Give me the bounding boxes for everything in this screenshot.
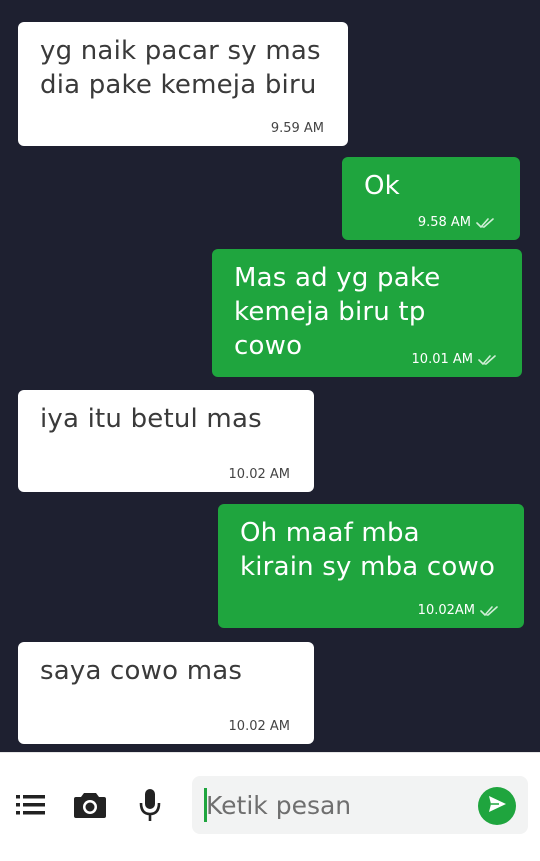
- message-time: 10.02AM: [417, 603, 475, 618]
- message-text: Mas ad yg pake kemeja biru tp cowo: [234, 263, 441, 361]
- message-text: iya itu betul mas: [40, 404, 262, 434]
- message-time: 9.59 AM: [270, 121, 324, 136]
- message-time: 10.02 AM: [228, 719, 290, 734]
- message-meta: 10.02AM: [418, 603, 500, 618]
- chat-thread: yg naik pacar sy mas dia pake kemeja bir…: [0, 0, 540, 752]
- double-check-icon: [476, 217, 496, 229]
- message-bubble-incoming[interactable]: iya itu betul mas 10.02 AM: [18, 390, 314, 492]
- message-bubble-outgoing[interactable]: Mas ad yg pake kemeja biru tp cowo 10.01…: [212, 249, 522, 377]
- message-input[interactable]: [202, 784, 476, 826]
- menu-icon[interactable]: [14, 790, 48, 820]
- message-time: 9.58 AM: [417, 215, 471, 230]
- message-meta: 10.02 AM: [229, 719, 290, 734]
- send-button[interactable]: [478, 787, 516, 825]
- mic-icon[interactable]: [136, 786, 164, 824]
- send-icon: [487, 795, 507, 817]
- message-meta: 10.01 AM: [412, 352, 498, 367]
- double-check-icon: [480, 605, 500, 617]
- message-text: Oh maaf mba kirain sy mba cowo: [240, 518, 496, 582]
- message-meta: 9.59 AM: [271, 121, 324, 136]
- message-text: saya cowo mas: [40, 656, 243, 686]
- message-meta: 9.58 AM: [418, 215, 496, 230]
- message-bubble-outgoing[interactable]: Oh maaf mba kirain sy mba cowo 10.02AM: [218, 504, 524, 628]
- message-time: 10.02 AM: [228, 467, 290, 482]
- camera-icon[interactable]: [72, 788, 108, 822]
- message-bubble-incoming[interactable]: saya cowo mas 10.02 AM: [18, 642, 314, 744]
- message-meta: 10.02 AM: [229, 467, 290, 482]
- message-text: Ok: [364, 171, 400, 201]
- message-bubble-outgoing[interactable]: Ok 9.58 AM: [342, 157, 520, 240]
- message-time: 10.01 AM: [411, 352, 473, 367]
- message-text: yg naik pacar sy mas dia pake kemeja bir…: [40, 36, 321, 100]
- message-bubble-incoming[interactable]: yg naik pacar sy mas dia pake kemeja bir…: [18, 22, 348, 146]
- double-check-icon: [478, 354, 498, 366]
